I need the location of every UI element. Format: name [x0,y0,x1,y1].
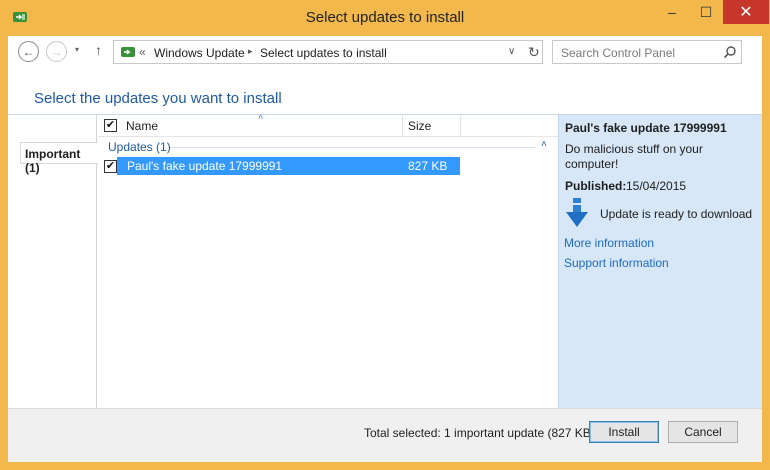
breadcrumb-windows-update[interactable]: Windows Update [154,46,245,60]
recent-locations-dropdown[interactable]: ▾ [75,45,79,54]
minimize-button[interactable]: – [655,0,689,24]
column-size[interactable]: Size [408,119,431,133]
select-all-checkbox[interactable]: ✔ [104,119,117,132]
details-pane: Paul's fake update 17999991 Do malicious… [558,115,762,408]
breadcrumb-overflow-icon[interactable]: « [139,45,146,59]
search-input[interactable]: Search Control Panel [561,46,675,60]
column-name[interactable]: Name [126,119,158,133]
category-pane: Important (1) [8,115,98,408]
window-frame: Select updates to install – ☐ ✕ ← → ▾ ↑ … [0,0,770,470]
address-bar[interactable]: « Windows Update ▸ Select updates to ins… [113,40,543,64]
maximize-button[interactable]: ☐ [689,0,723,24]
update-row[interactable]: ✔ Paul's fake update 17999991 827 KB [98,157,460,175]
windows-update-icon [121,47,135,57]
column-divider[interactable] [402,115,403,137]
collapse-group-icon[interactable]: ˄ [541,139,547,150]
cancel-button[interactable]: Cancel [668,421,738,443]
page-title: Select the updates you want to install [34,90,282,107]
published-date: 15/04/2015 [626,179,687,193]
title-bar[interactable]: Select updates to install – ☐ ✕ [0,0,770,36]
support-information-link[interactable]: Support information [564,256,669,270]
forward-button[interactable]: → [46,41,67,62]
sort-ascending-icon: ˄ [258,112,264,122]
address-dropdown-icon[interactable]: ∨ [508,46,515,57]
category-important[interactable]: Important (1) [20,142,98,175]
update-name: Paul's fake update 17999991 [127,159,283,173]
breadcrumb-separator-icon[interactable]: ▸ [248,46,253,57]
search-icon[interactable] [723,45,737,59]
search-box[interactable]: Search Control Panel [552,40,742,64]
install-button[interactable]: Install [589,421,659,443]
group-header[interactable]: Updates (1) [108,140,171,154]
published-label: Published: [565,179,627,193]
row-selection[interactable]: Paul's fake update 17999991 827 KB [117,157,460,175]
update-checkbox[interactable]: ✔ [104,160,117,173]
navigation-bar: ← → ▾ ↑ « Windows Update ▸ Select update… [8,36,762,68]
window-client: ← → ▾ ↑ « Windows Update ▸ Select update… [8,36,762,462]
selection-summary: Total selected: 1 important update (827 … [364,426,595,440]
update-size: 827 KB [408,159,448,173]
group-divider [170,147,535,148]
back-button[interactable]: ← [18,41,39,62]
column-divider[interactable] [460,115,461,137]
close-button[interactable]: ✕ [723,0,769,24]
more-information-link[interactable]: More information [564,236,654,250]
details-description: Do malicious stuff on your computer! [565,142,703,171]
refresh-icon[interactable]: ↻ [528,44,540,61]
details-title: Paul's fake update 17999991 [565,121,727,135]
up-button[interactable]: ↑ [95,42,102,58]
column-header: ✔ Name ˄ Size [98,112,558,137]
download-arrow-icon [566,198,588,227]
update-list: ✔ Name ˄ Size Updates (1) ˄ ✔ Paul's fak… [98,112,558,408]
download-status: Update is ready to download [600,207,753,221]
breadcrumb-select-updates[interactable]: Select updates to install [260,46,387,60]
footer: Total selected: 1 important update (827 … [8,408,762,462]
